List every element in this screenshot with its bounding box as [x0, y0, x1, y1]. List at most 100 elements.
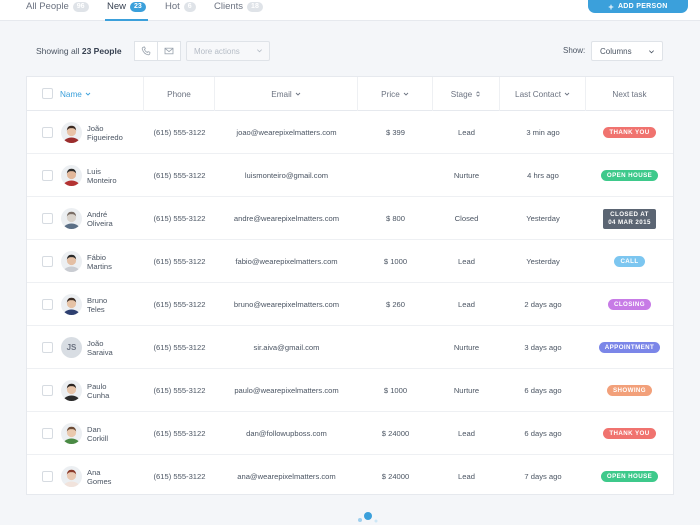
task-badge[interactable]: CALL [614, 256, 645, 267]
last-contact-cell: Yesterday [526, 257, 560, 266]
row-checkbox[interactable] [42, 213, 53, 224]
first-name: João [87, 338, 104, 348]
task-badge[interactable]: OPEN HOUSE [600, 170, 659, 181]
table-row[interactable]: JS João Saraiva (615) 555-3122 sir.aiva@gmai… [27, 326, 673, 369]
column-header-name[interactable]: Name [27, 77, 144, 111]
next-task-cell: CLOSING [586, 283, 673, 326]
task-badge[interactable]: THANK YOU [603, 428, 656, 439]
task-label: OPEN HOUSE [606, 473, 653, 480]
price-cell: $ 399 [385, 128, 405, 137]
last-name: Cunha [87, 390, 110, 400]
email-button[interactable] [157, 41, 181, 61]
last-name: Monteiro [87, 175, 117, 185]
email-cell: fabio@wearepixelmatters.com [235, 257, 338, 266]
add-person-button[interactable]: + ADD PERSON [588, 0, 688, 13]
price-cell: $ 1000 [383, 257, 408, 266]
task-badge[interactable]: THANK YOU [603, 127, 656, 138]
task-badge[interactable]: CLOSED AT 04 MAR 2015 [603, 208, 656, 229]
tab-label: Clients [214, 1, 244, 12]
table-row[interactable]: Luis Monteiro (615) 555-3122 luismonteiro@g… [27, 154, 673, 197]
row-checkbox[interactable] [42, 342, 53, 353]
tab-new[interactable]: New 23 [105, 0, 148, 21]
chevron-down-icon [403, 92, 409, 96]
next-task-cell: CLOSED AT 04 MAR 2015 [586, 197, 673, 240]
sort-icon [476, 91, 480, 97]
task-badge[interactable]: APPOINTMENT [598, 342, 661, 353]
column-header-phone[interactable]: Phone [144, 77, 215, 111]
tab-hot[interactable]: Hot 6 [165, 0, 196, 21]
top-tab-bar: All People 96 New 23 Hot 6 Clients 18 + … [0, 0, 700, 21]
columns-select[interactable]: Columns [591, 41, 663, 61]
chevron-down-icon [85, 92, 91, 96]
show-label: Show: [563, 46, 586, 55]
phone-icon [141, 46, 151, 56]
row-checkbox[interactable] [42, 385, 53, 396]
first-name: André [87, 209, 108, 219]
showing-count: 23 People [81, 46, 122, 56]
first-name: Luis [87, 166, 101, 176]
column-label: Name [60, 89, 82, 99]
first-name: Bruno [87, 295, 108, 305]
column-label: Last Contact [515, 89, 561, 99]
tab-count-badge: 18 [247, 2, 263, 12]
stage-cell: Nurture [453, 171, 480, 180]
first-name: Ana [87, 467, 101, 477]
task-label: SHOWING [612, 387, 647, 394]
price-cell: $ 260 [385, 300, 405, 309]
price-cell: $ 1000 [383, 386, 408, 395]
avatar [61, 208, 82, 229]
last-name: Oliveira [87, 218, 113, 228]
next-task-cell: SHOWING [586, 369, 673, 412]
avatar [61, 251, 82, 272]
column-header-stage[interactable]: Stage [433, 77, 500, 111]
call-button[interactable] [134, 41, 158, 61]
phone-cell: (615) 555-3122 [153, 128, 206, 137]
chevron-down-icon [649, 50, 654, 54]
tab-count-badge: 23 [130, 2, 146, 12]
last-contact-cell: 7 days ago [524, 472, 562, 481]
column-label: Price [381, 89, 400, 99]
column-label: Next task [612, 89, 647, 99]
row-checkbox[interactable] [42, 127, 53, 138]
phone-cell: (615) 555-3122 [153, 343, 206, 352]
chevron-down-icon [295, 92, 301, 96]
email-cell: ana@wearepixelmatters.com [237, 472, 336, 481]
task-badge[interactable]: SHOWING [606, 385, 653, 396]
row-checkbox[interactable] [42, 471, 53, 482]
table-row[interactable]: Paulo Cunha (615) 555-3122 paulo@wearepixel… [27, 369, 673, 412]
column-label: Email [271, 89, 292, 99]
last-contact-cell: 6 days ago [524, 429, 562, 438]
table-row[interactable]: Bruno Teles (615) 555-3122 bruno@wearepixel… [27, 283, 673, 326]
first-name: Fábio [87, 252, 106, 262]
stage-cell: Closed [454, 214, 479, 223]
people-table: Name Phone Email Price Stage Last Contac… [26, 76, 674, 495]
task-label: CALL [620, 258, 639, 265]
table-row[interactable]: Fábio Martins (615) 555-3122 fabio@wearepix… [27, 240, 673, 283]
column-header-price[interactable]: Price [358, 77, 433, 111]
more-actions-dropdown[interactable]: More actions [186, 41, 270, 61]
add-person-label: ADD PERSON [617, 3, 668, 10]
last-contact-cell: 4 hrs ago [527, 171, 559, 180]
table-row[interactable]: Ana Gomes (615) 555-3122 ana@wearepixelmatt… [27, 455, 673, 498]
tab-all-people[interactable]: All People 96 [26, 0, 89, 21]
row-checkbox[interactable] [42, 170, 53, 181]
task-badge[interactable]: OPEN HOUSE [600, 471, 659, 482]
last-contact-cell: 3 days ago [524, 343, 562, 352]
table-header: Name Phone Email Price Stage Last Contac… [27, 77, 673, 111]
column-header-last-contact[interactable]: Last Contact [500, 77, 586, 111]
row-checkbox[interactable] [42, 256, 53, 267]
email-cell: bruno@wearepixelmatters.com [233, 300, 340, 309]
table-row[interactable]: João Figueiredo (615) 555-3122 joao@wearepi… [27, 111, 673, 154]
tab-clients[interactable]: Clients 18 [214, 0, 263, 21]
price-cell [358, 154, 433, 197]
column-header-next-task: Next task [586, 77, 673, 111]
table-row[interactable]: André Oliveira (615) 555-3122 andre@wearepi… [27, 197, 673, 240]
task-badge[interactable]: CLOSING [608, 299, 651, 310]
row-checkbox[interactable] [42, 428, 53, 439]
row-checkbox[interactable] [42, 299, 53, 310]
table-row[interactable]: Dan Corkill (615) 555-3122 dan@followupboss… [27, 412, 673, 455]
last-name: Martins [87, 261, 112, 271]
price-cell: $ 24000 [381, 472, 410, 481]
column-label: Phone [167, 89, 191, 99]
column-header-email[interactable]: Email [215, 77, 358, 111]
